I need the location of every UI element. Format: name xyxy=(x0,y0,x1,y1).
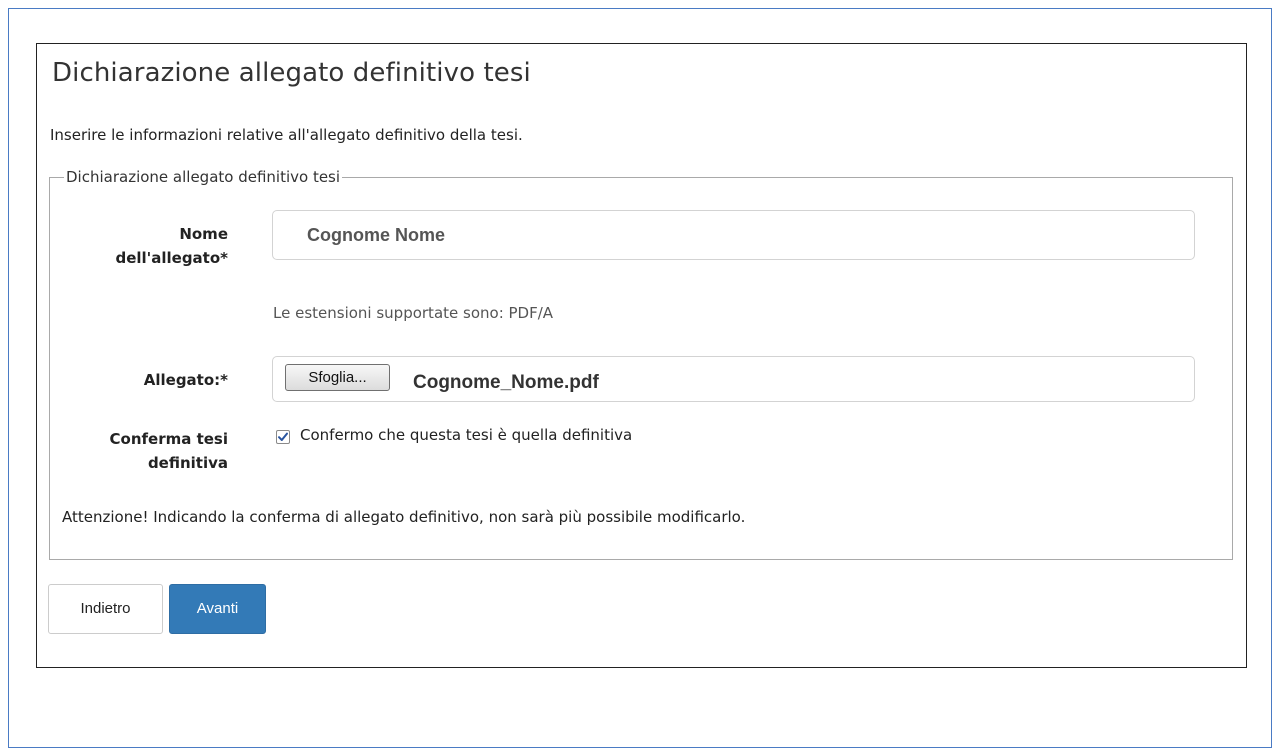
file-input-field[interactable] xyxy=(272,356,1195,402)
page-title: Dichiarazione allegato definitivo tesi xyxy=(52,58,531,88)
nome-allegato-input[interactable]: Cognome Nome xyxy=(272,210,1195,260)
conferma-label-line1: Conferma tesi xyxy=(109,430,228,448)
allegato-label: Allegato:* xyxy=(143,371,228,389)
conferma-tesi-label: Conferma tesi definitiva xyxy=(70,427,228,475)
selected-file-name: Cognome_Nome.pdf xyxy=(413,372,599,393)
checkmark-icon xyxy=(278,432,288,441)
conferma-checkbox-label[interactable]: Confermo che questa tesi è quella defini… xyxy=(300,426,632,444)
warning-text: Attenzione! Indicando la conferma di all… xyxy=(62,508,746,526)
intro-text: Inserire le informazioni relative all'al… xyxy=(50,126,523,144)
browse-button[interactable]: Sfoglia... xyxy=(285,364,390,391)
nome-label-line1: Nome xyxy=(179,225,228,243)
conferma-label-line2: definitiva xyxy=(147,454,228,472)
next-button[interactable]: Avanti xyxy=(169,584,266,634)
back-button[interactable]: Indietro xyxy=(48,584,163,634)
supported-extensions-hint: Le estensioni supportate sono: PDF/A xyxy=(273,304,554,322)
fieldset-legend: Dichiarazione allegato definitivo tesi xyxy=(66,168,341,186)
nome-label-line2: dell'allegato* xyxy=(115,249,228,267)
nome-allegato-label: Nome dell'allegato* xyxy=(112,222,228,270)
conferma-checkbox[interactable] xyxy=(276,430,290,444)
